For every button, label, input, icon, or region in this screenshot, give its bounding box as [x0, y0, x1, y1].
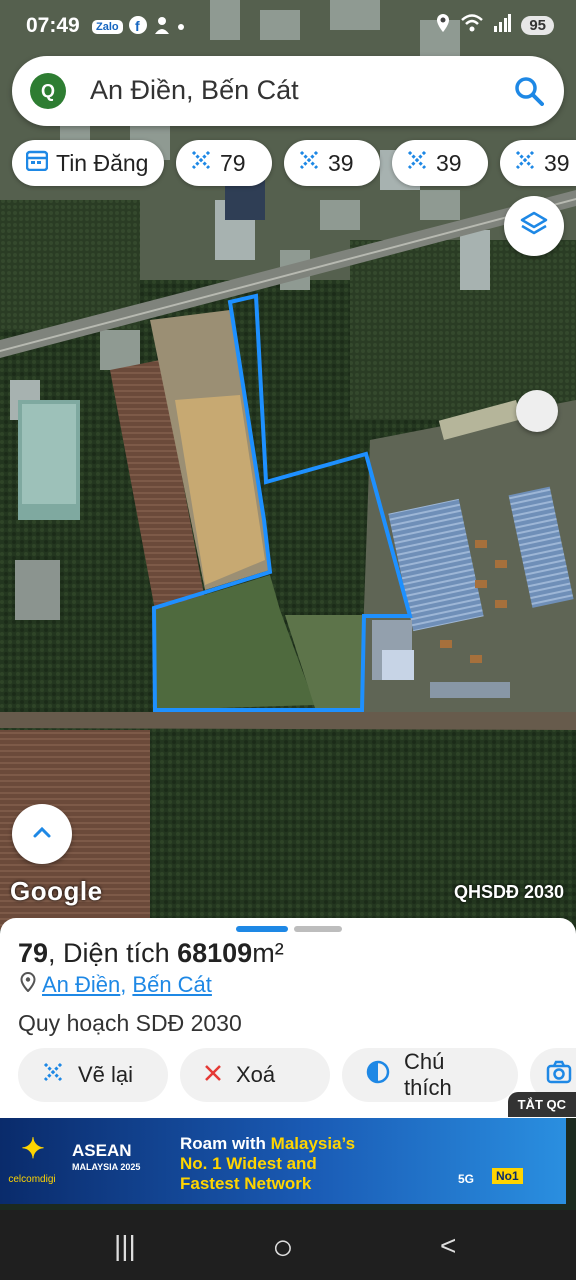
- polygon-draw-icon: [190, 149, 212, 177]
- parcel-number: 79: [18, 938, 49, 968]
- panel-drag-handle[interactable]: [236, 926, 342, 932]
- map-toggle-dot[interactable]: [516, 390, 558, 432]
- signal-icon: [493, 14, 512, 37]
- ad-brand: celcomdigi: [8, 1174, 56, 1185]
- camera-icon: [546, 1060, 572, 1090]
- polygon-draw-icon: [298, 149, 320, 177]
- delete-label: Xoá: [236, 1062, 276, 1087]
- search-bar[interactable]: Q An Điền, Bến Cát: [12, 56, 564, 126]
- district-link[interactable]: Bến Cát: [132, 972, 212, 998]
- app-logo: Q: [30, 73, 66, 109]
- person-icon: [153, 16, 171, 37]
- search-icon[interactable]: [514, 76, 544, 111]
- layers-button[interactable]: [504, 196, 564, 256]
- area-prefix: , Diện tích: [48, 938, 178, 968]
- chip-tin-dang[interactable]: Tin Đăng: [12, 140, 164, 186]
- legend-label: Chú thích: [404, 1049, 452, 1100]
- ad-event-sub: MALAYSIA 2025: [72, 1162, 141, 1172]
- polygon-draw-icon: [514, 149, 536, 177]
- map-pin-icon: [20, 971, 36, 998]
- chip-label: Tin Đăng: [56, 149, 149, 176]
- half-circle-icon: [366, 1060, 390, 1090]
- ad-banner[interactable]: ✦ celcomdigi ASEAN MALAYSIA 2025 Roam wi…: [0, 1118, 566, 1204]
- status-app-icons: Zalo f: [92, 16, 185, 37]
- ad-line3: Fastest Network: [180, 1174, 312, 1193]
- wifi-icon: [461, 14, 484, 37]
- filter-chips: Tin Đăng 79 39 39 39: [12, 140, 576, 188]
- chip-label: 39: [544, 149, 570, 176]
- chip-label: 79: [220, 149, 246, 176]
- plan-label: Quy hoạch SDĐ 2030: [18, 1010, 242, 1036]
- chip-parcel-39-c[interactable]: 39: [500, 140, 576, 186]
- ad-no1-badge: No1: [492, 1168, 523, 1184]
- battery-indicator: 95: [521, 16, 554, 35]
- expand-panel-button[interactable]: [12, 804, 72, 864]
- ward-link[interactable]: An Điền: [42, 972, 120, 998]
- close-ad-button[interactable]: TẮT QC: [507, 1092, 576, 1117]
- google-attribution: Google: [10, 876, 103, 906]
- location-icon: [435, 14, 451, 37]
- polygon-draw-icon: [42, 1061, 64, 1089]
- parcel-info-panel: 79, Diện tích 68109m² An Điền, Bến Cát Qu…: [0, 918, 576, 1118]
- recents-button[interactable]: |||: [114, 1230, 136, 1262]
- chip-parcel-79[interactable]: 79: [176, 140, 272, 186]
- ad-line1-a: Roam with: [180, 1134, 271, 1153]
- status-right: 95: [435, 14, 554, 37]
- calendar-icon: [25, 149, 49, 177]
- ad-line2: No. 1 Widest and: [180, 1154, 317, 1173]
- chip-parcel-39-a[interactable]: 39: [284, 140, 380, 186]
- ad-5g-badge: 5G: [458, 1172, 475, 1186]
- action-buttons: Vẽ lại Xoá Chú thích: [18, 1048, 576, 1102]
- ad-line1-b: Malaysia’s: [270, 1134, 356, 1153]
- status-bar: 07:49 Zalo f 95: [0, 0, 576, 52]
- chip-label: 39: [328, 149, 354, 176]
- overlay-label: QHSDĐ 2030: [453, 882, 564, 902]
- celcom-logo-icon: ✦: [21, 1133, 45, 1164]
- parcel-location: An Điền, Bến Cát: [20, 971, 212, 998]
- delete-button[interactable]: Xoá: [180, 1048, 330, 1102]
- zalo-icon: Zalo: [92, 19, 123, 34]
- home-button[interactable]: ○: [272, 1226, 294, 1268]
- area-value: 68109: [177, 938, 253, 968]
- facebook-icon: f: [128, 16, 147, 37]
- ad-text: Roam with Malaysia’s No. 1 Widest and Fa…: [180, 1134, 355, 1194]
- parcel-title: 79, Diện tích 68109m²: [18, 938, 284, 969]
- chevron-up-icon: [32, 825, 52, 844]
- chip-label: 39: [436, 149, 462, 176]
- status-time: 07:49: [26, 14, 80, 37]
- redraw-label: Vẽ lại: [78, 1062, 134, 1087]
- system-nav-bar: ||| ○ <: [0, 1210, 576, 1280]
- ad-event: ASEAN MALAYSIA 2025: [72, 1142, 140, 1176]
- dot-icon: [177, 19, 185, 34]
- close-icon: [204, 1062, 222, 1088]
- redraw-button[interactable]: Vẽ lại: [18, 1048, 168, 1102]
- polygon-draw-icon: [406, 149, 428, 177]
- layers-icon: [520, 210, 548, 243]
- area-unit: m²: [252, 938, 284, 968]
- svg-text:f: f: [135, 18, 140, 34]
- search-query[interactable]: An Điền, Bến Cát: [90, 75, 299, 106]
- legend-button[interactable]: Chú thích: [342, 1048, 518, 1102]
- location-separator: ,: [120, 972, 127, 997]
- back-button[interactable]: <: [440, 1230, 456, 1262]
- chip-parcel-39-b[interactable]: 39: [392, 140, 488, 186]
